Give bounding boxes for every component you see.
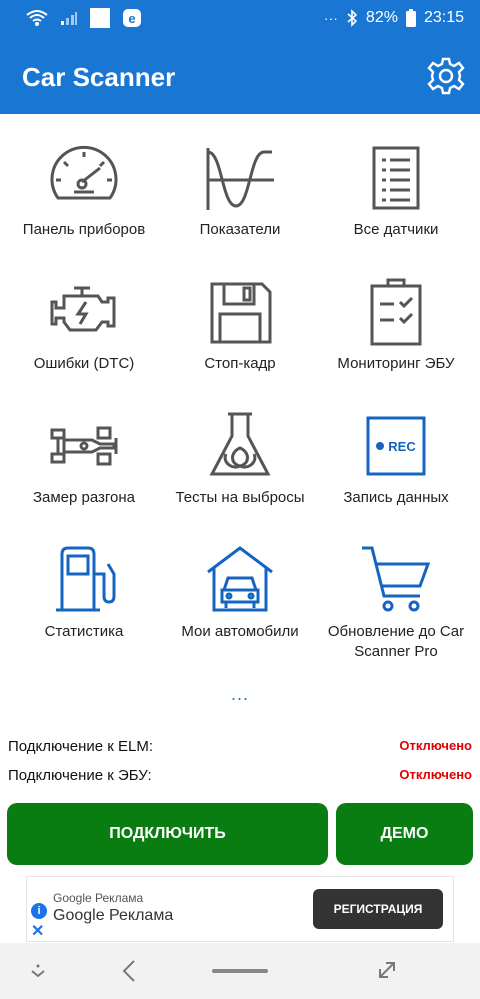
ad-banner[interactable]: i ✕ Google Реклама Google Реклама РЕГИСТ… (26, 876, 454, 942)
svg-text:e: e (128, 11, 135, 26)
tile-label: Статистика (44, 623, 124, 640)
bluetooth-icon (347, 9, 358, 27)
elm-connection-label: Подключение к ELM: (8, 738, 154, 755)
signal-icon (61, 12, 77, 25)
tile-indicators[interactable]: Показатели (160, 128, 320, 262)
battery-percent: 82% (365, 9, 398, 26)
clipboard-check-icon (370, 278, 422, 346)
ad-register-button[interactable]: РЕГИСТРАЦИЯ (313, 889, 443, 929)
tile-label: Мониторинг ЭБУ (337, 355, 455, 372)
tile-label: Стоп-кадр (204, 355, 276, 372)
gauge-icon (50, 145, 118, 200)
nav-hide-icon[interactable] (28, 961, 48, 981)
engine-icon (50, 286, 116, 332)
floppy-disk-icon (210, 282, 272, 344)
tile-emission-tests[interactable]: Тесты на выбросы (160, 396, 320, 530)
ad-small-text: Google Реклама (53, 891, 144, 905)
tile-label: Мои автомобили (181, 623, 299, 640)
wifi-icon (26, 10, 48, 26)
tile-dtc-errors[interactable]: Ошибки (DTC) (4, 262, 164, 396)
tile-label: Ошибки (DTC) (33, 355, 135, 372)
status-right: ··· 82% 23:15 (324, 9, 464, 27)
ad-headline: Google Реклама (53, 907, 174, 924)
tile-label: Запись данных (343, 489, 449, 506)
notification-square-icon (90, 8, 110, 28)
nav-rotate-icon[interactable] (374, 957, 400, 983)
more-dots-icon: ··· (323, 10, 338, 26)
list-icon (372, 146, 420, 210)
tile-dashboard[interactable]: Панель приборов (4, 128, 164, 262)
nav-home-pill[interactable] (212, 969, 268, 973)
app-bar: Car Scanner (0, 40, 480, 114)
tile-ecu-monitoring[interactable]: Мониторинг ЭБУ (316, 262, 476, 396)
tile-freeze-frame[interactable]: Стоп-кадр (160, 262, 320, 396)
tile-statistics[interactable]: Статистика (4, 530, 164, 664)
garage-car-icon (207, 546, 273, 612)
elm-connection-row: Подключение к ELM: Отключено (8, 738, 472, 755)
more-indicator[interactable]: ... (0, 684, 480, 705)
cart-icon (362, 546, 431, 612)
app-title: Car Scanner (22, 62, 176, 92)
battery-icon (405, 9, 416, 27)
e-app-icon: e (123, 9, 141, 27)
tile-label: Панель приборов (22, 221, 146, 238)
tile-all-sensors[interactable]: Все датчики (316, 128, 476, 262)
tile-label: Показатели (199, 221, 281, 238)
fuel-pump-icon (56, 546, 116, 612)
ad-info-icon[interactable]: i (31, 903, 47, 919)
ecu-connection-label: Подключение к ЭБУ: (8, 767, 152, 784)
svg-text:REC: REC (388, 439, 416, 454)
tile-my-cars[interactable]: Мои автомобили (160, 530, 320, 664)
clock: 23:15 (423, 9, 464, 26)
tile-label: Обновление до Car Scanner Pro (327, 623, 465, 660)
flask-leaf-icon (209, 412, 271, 476)
settings-gear-icon[interactable] (426, 56, 466, 96)
ecu-connection-row: Подключение к ЭБУ: Отключено (8, 767, 472, 784)
tile-label: Тесты на выбросы (175, 489, 305, 506)
nav-back-icon[interactable] (120, 959, 140, 983)
waveform-icon (206, 148, 274, 210)
rec-icon: REC (366, 416, 426, 476)
tile-label: Замер разгона (32, 489, 136, 506)
tile-data-recording[interactable]: REC Запись данных (316, 396, 476, 530)
status-left-icons: e (26, 8, 142, 28)
ecu-connection-status: Отключено (399, 767, 472, 782)
ad-close-icon[interactable]: ✕ (31, 921, 44, 941)
tile-upgrade-pro[interactable]: Обновление до Car Scanner Pro (316, 530, 476, 664)
elm-connection-status: Отключено (399, 738, 472, 753)
tile-label: Все датчики (353, 221, 439, 238)
status-bar: e ··· 82% 23:15 (0, 0, 480, 40)
demo-button[interactable]: ДЕМО (336, 803, 473, 865)
navigation-bar (0, 943, 480, 999)
tile-acceleration[interactable]: Замер разгона (4, 396, 164, 530)
race-car-icon (50, 426, 118, 466)
connect-button[interactable]: ПОДКЛЮЧИТЬ (7, 803, 328, 865)
